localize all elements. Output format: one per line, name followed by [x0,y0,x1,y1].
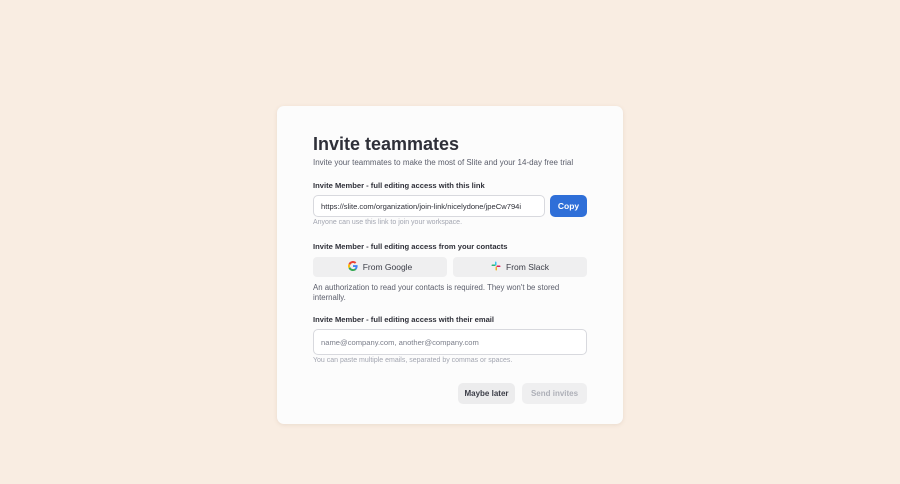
email-section-label: Invite Member - full editing access with… [313,315,495,324]
send-invites-button[interactable]: Send invites [522,383,587,404]
maybe-later-button[interactable]: Maybe later [458,383,515,404]
contacts-auth-note: An authorization to read your contacts i… [313,283,560,302]
slack-icon [491,261,501,273]
email-input[interactable] [313,329,587,355]
slack-button-label: From Slack [506,262,549,272]
link-section-label: Invite Member - full editing access with… [313,181,485,190]
email-hint: You can paste multiple emails, separated… [313,357,513,364]
copy-link-button[interactable]: Copy [550,195,587,217]
contacts-section-label: Invite Member - full editing access from… [313,242,508,251]
from-google-button[interactable]: From Google [313,257,447,277]
invite-modal: Invite teammates Invite your teammates t… [277,106,623,424]
google-icon [347,261,358,273]
modal-subtitle: Invite your teammates to make the most o… [313,158,574,167]
invite-link-field[interactable] [313,195,545,217]
from-slack-button[interactable]: From Slack [453,257,587,277]
link-hint: Anyone can use this link to join your wo… [313,219,463,226]
google-button-label: From Google [362,262,413,272]
modal-title: Invite teammates [313,134,460,154]
